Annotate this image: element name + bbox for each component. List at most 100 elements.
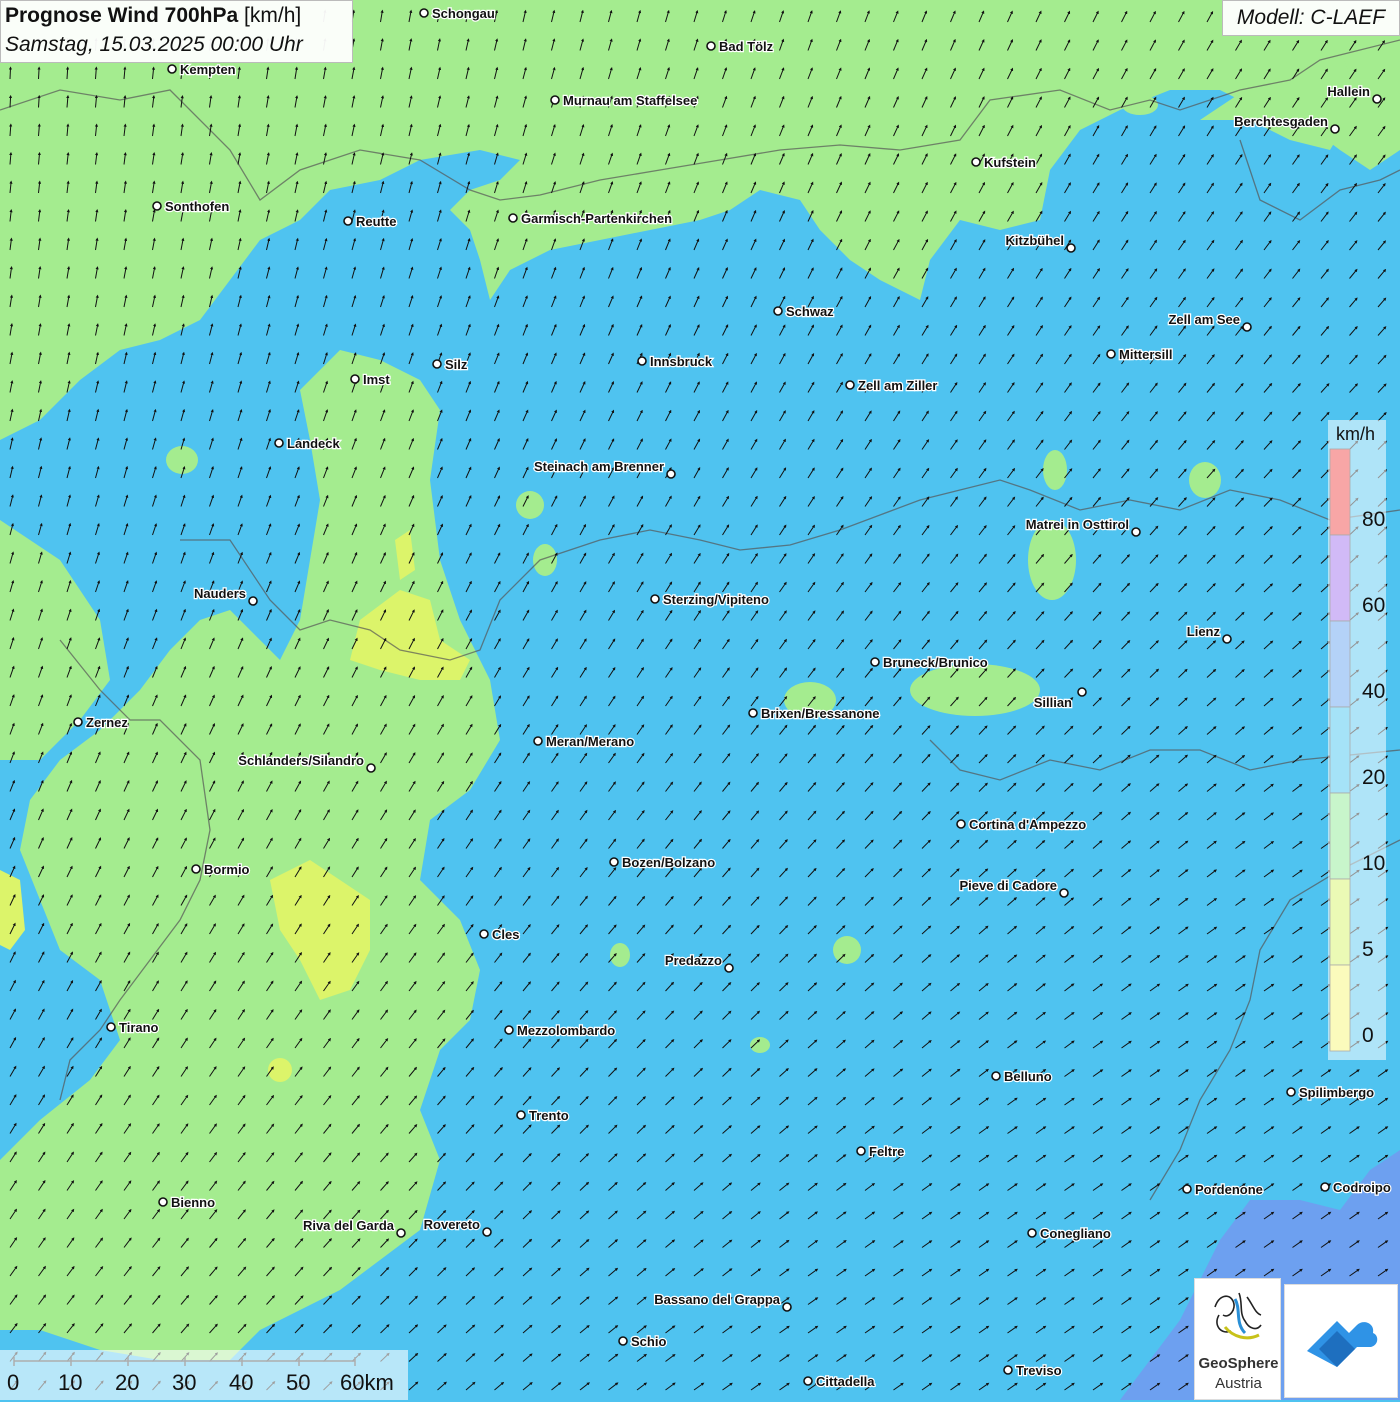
city-dot xyxy=(707,42,715,50)
city-marker: Murnau am Staffelsee xyxy=(551,93,697,108)
city-dot xyxy=(992,1072,1000,1080)
city-dot xyxy=(517,1111,525,1119)
geosphere-logo[interactable]: GeoSphere Austria xyxy=(1194,1278,1281,1400)
city-dot xyxy=(397,1229,405,1237)
city-label: Predazzo xyxy=(665,953,722,968)
city-dot xyxy=(168,65,176,73)
city-dot xyxy=(1028,1229,1036,1237)
city-dot xyxy=(159,1198,167,1206)
legend-tick-10: 10 xyxy=(1362,852,1385,876)
city-dot xyxy=(667,470,675,478)
city-label: Cortina d'Ampezzo xyxy=(969,817,1086,832)
city-dot xyxy=(1331,125,1339,133)
city-label: Zell am See xyxy=(1168,312,1240,327)
wind-arrow xyxy=(10,68,11,79)
city-dot xyxy=(551,96,559,104)
city-marker: Bruneck/Brunico xyxy=(871,655,988,670)
legend-unit: km/h xyxy=(1336,424,1375,445)
title-main: Prognose Wind 700hPa xyxy=(5,4,238,27)
city-marker: Brixen/Bressanone xyxy=(749,706,880,721)
city-dot xyxy=(1004,1366,1012,1374)
city-dot xyxy=(610,858,618,866)
city-marker: Garmisch-Partenkirchen xyxy=(509,211,672,226)
map-title: Prognose Wind 700hPa [km/h] xyxy=(5,4,301,28)
city-dot xyxy=(1067,244,1075,252)
city-label: Reutte xyxy=(356,214,396,229)
city-dot xyxy=(638,357,646,365)
city-label: Bruneck/Brunico xyxy=(883,655,988,670)
mountain-cloud-icon xyxy=(1285,1285,1397,1397)
city-label: Garmisch-Partenkirchen xyxy=(521,211,672,226)
city-label: Silz xyxy=(445,357,468,372)
city-marker: Cortina d'Ampezzo xyxy=(957,817,1086,832)
city-label: Schlanders/Silandro xyxy=(238,753,364,768)
city-dot xyxy=(351,375,359,383)
city-label: Lienz xyxy=(1187,624,1221,639)
scale-label-40: 40 xyxy=(229,1370,253,1396)
city-marker: Innsbruck xyxy=(638,354,713,369)
city-label: Bozen/Bolzano xyxy=(622,855,715,870)
city-dot xyxy=(1107,350,1115,358)
city-label: Bienno xyxy=(171,1195,215,1210)
scale-label-30: 30 xyxy=(172,1370,196,1396)
city-dot xyxy=(1287,1088,1295,1096)
city-marker: Bozen/Bolzano xyxy=(610,855,715,870)
city-dot xyxy=(749,709,757,717)
city-label: Sonthofen xyxy=(165,199,229,214)
wind-arrow xyxy=(39,97,40,108)
city-label: Bad Tölz xyxy=(719,39,774,54)
legend-panel: km/h 80 60 40 20 10 5 0 xyxy=(1328,420,1386,1060)
city-dot xyxy=(249,597,257,605)
scale-label-20: 20 xyxy=(115,1370,139,1396)
wind-forecast-map: SchongauBad TölzKemptenMurnau am Staffel… xyxy=(0,0,1400,1400)
city-label: Nauders xyxy=(194,586,246,601)
geosphere-logo-line1: GeoSphere xyxy=(1195,1355,1282,1372)
city-label: Innsbruck xyxy=(650,354,713,369)
city-marker: Zell am Ziller xyxy=(846,378,937,393)
city-label: Kufstein xyxy=(984,155,1036,170)
weather-app-logo[interactable] xyxy=(1284,1284,1398,1398)
city-label: Steinach am Brenner xyxy=(534,459,664,474)
city-dot xyxy=(972,158,980,166)
scale-bar: 0 10 20 30 40 50 60km xyxy=(0,1350,408,1400)
legend-tick-5: 5 xyxy=(1362,938,1374,962)
city-label: Zell am Ziller xyxy=(858,378,937,393)
scale-label-10: 10 xyxy=(58,1370,82,1396)
city-dot xyxy=(192,865,200,873)
wind-arrow xyxy=(67,68,68,79)
city-dot xyxy=(871,658,879,666)
city-label: Schongau xyxy=(432,6,495,21)
scale-label-50: 50 xyxy=(286,1370,310,1396)
model-label: Modell: C-LAEF xyxy=(1222,0,1400,36)
city-label: Brixen/Bressanone xyxy=(761,706,880,721)
city-label: Conegliano xyxy=(1040,1226,1111,1241)
city-dot xyxy=(846,381,854,389)
city-label: Matrei in Osttirol xyxy=(1026,517,1129,532)
city-label: Bormio xyxy=(204,862,250,877)
wind-arrow xyxy=(39,68,40,79)
city-dot xyxy=(1243,323,1251,331)
legend-tick-80: 80 xyxy=(1362,508,1385,532)
city-label: Meran/Merano xyxy=(546,734,634,749)
city-marker: Spilimbergo xyxy=(1287,1085,1374,1100)
city-dot xyxy=(857,1147,865,1155)
city-label: Murnau am Staffelsee xyxy=(563,93,697,108)
city-marker: Meran/Merano xyxy=(534,734,634,749)
city-label: Sterzing/Vipiteno xyxy=(663,592,769,607)
city-dot xyxy=(433,360,441,368)
title-panel: Prognose Wind 700hPa [km/h] Samstag, 15.… xyxy=(0,0,353,63)
city-dot xyxy=(534,737,542,745)
city-label: Kitzbühel xyxy=(1006,233,1065,248)
city-marker: Mezzolombardo xyxy=(505,1023,615,1038)
city-label: Schio xyxy=(631,1334,666,1349)
city-label: Zernez xyxy=(86,715,128,730)
geosphere-emblem-icon xyxy=(1195,1279,1282,1353)
city-dot xyxy=(651,595,659,603)
city-dot xyxy=(275,439,283,447)
city-label: Bassano del Grappa xyxy=(654,1292,780,1307)
city-label: Cles xyxy=(492,927,519,942)
scale-label-0: 0 xyxy=(7,1370,19,1396)
city-dot xyxy=(344,217,352,225)
city-dot xyxy=(774,307,782,315)
city-dot xyxy=(509,214,517,222)
